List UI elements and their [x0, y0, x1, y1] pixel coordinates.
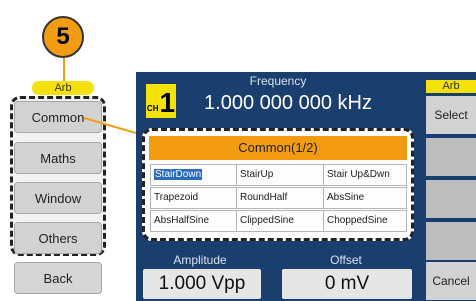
option-abssine[interactable]: AbsSine [323, 187, 407, 209]
back-softkey[interactable]: Back [14, 262, 102, 294]
amplitude-value[interactable]: 1.000 Vpp [143, 269, 261, 299]
option-abshalfsine[interactable]: AbsHalfSine [150, 210, 237, 232]
select-softkey[interactable]: Select [426, 96, 476, 134]
frequency-label: Frequency [249, 74, 307, 88]
window-softkey[interactable]: Window [14, 182, 102, 214]
step-pointer-line [63, 58, 65, 82]
right-menu-tag: Arb [426, 80, 476, 93]
option-clippedsine[interactable]: ClippedSine [236, 210, 324, 232]
blank-softkey-1[interactable] [426, 138, 476, 176]
option-stairup[interactable]: StairUp [236, 164, 324, 186]
option-stairdown[interactable]: StairDown [150, 164, 237, 186]
frequency-value[interactable]: 1.000 000 000 kHz [136, 92, 420, 115]
blank-softkey-3[interactable] [426, 222, 476, 260]
option-choppedsine[interactable]: ChoppedSine [323, 210, 407, 232]
option-stair-up-dwn[interactable]: Stair Up&Dwn [323, 164, 407, 186]
others-softkey[interactable]: Others [14, 222, 102, 254]
common-softkey[interactable]: Common [14, 101, 102, 133]
cancel-softkey[interactable]: Cancel [426, 262, 476, 300]
option-trapezoid[interactable]: Trapezoid [150, 187, 237, 209]
option-roundhalf[interactable]: RoundHalf [236, 187, 324, 209]
blank-softkey-2[interactable] [426, 180, 476, 218]
maths-softkey[interactable]: Maths [14, 142, 102, 174]
step-number-badge: 5 [42, 16, 84, 58]
left-menu-tag: Arb [32, 81, 94, 95]
panel-title: Common(1/2) [149, 136, 407, 160]
waveform-selection-panel: Common(1/2) StairDown StairUp Stair Up&D… [142, 128, 414, 241]
amplitude-label: Amplitude [173, 253, 227, 267]
option-label: StairDown [154, 169, 203, 180]
offset-value[interactable]: 0 mV [282, 269, 412, 299]
offset-label: Offset [330, 253, 362, 267]
